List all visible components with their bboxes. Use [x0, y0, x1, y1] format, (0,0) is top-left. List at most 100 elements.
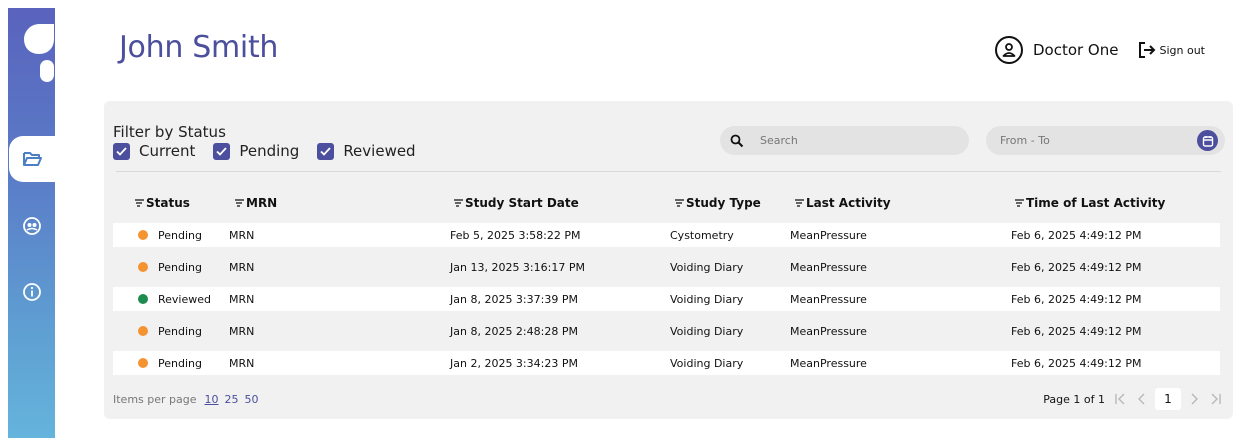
status-filters: Current Pending Reviewed — [113, 142, 434, 160]
status-cell: Pending — [158, 229, 202, 242]
page-size-25[interactable]: 25 — [225, 393, 239, 406]
first-page-button[interactable] — [1109, 389, 1131, 409]
sort-icon — [795, 199, 804, 207]
study-type-cell: Cystometry — [670, 229, 734, 242]
time-cell: Feb 6, 2025 4:49:12 PM — [1011, 293, 1142, 306]
current-page[interactable]: 1 — [1155, 388, 1181, 410]
sort-icon — [235, 199, 244, 207]
prev-page-button[interactable] — [1131, 389, 1153, 409]
sidebar — [8, 8, 55, 438]
column-header-label: Study Type — [686, 196, 761, 210]
last-activity-cell: MeanPressure — [790, 293, 867, 306]
calendar-button[interactable] — [1197, 130, 1218, 151]
calendar-icon — [1202, 135, 1213, 147]
sort-icon — [1015, 199, 1024, 207]
checkbox-checked-icon — [213, 142, 231, 160]
column-header-label: Last Activity — [806, 196, 891, 210]
status-dot — [138, 326, 148, 336]
column-header-study-start-date[interactable]: Study Start Date — [454, 196, 579, 210]
mrn-cell: MRN — [229, 229, 255, 242]
first-page-icon — [1115, 393, 1125, 405]
time-cell: Feb 6, 2025 4:49:12 PM — [1011, 357, 1142, 370]
start-date-cell: Feb 5, 2025 3:58:22 PM — [450, 229, 581, 242]
table-row[interactable]: Pending MRN Feb 5, 2025 3:58:22 PM Cysto… — [113, 223, 1220, 247]
items-per-page-label: Items per page — [113, 393, 197, 406]
page-title: John Smith — [119, 30, 279, 65]
study-type-cell: Voiding Diary — [670, 357, 744, 370]
start-date-cell: Jan 8, 2025 2:48:28 PM — [450, 325, 578, 338]
next-page-button[interactable] — [1183, 389, 1205, 409]
mrn-cell: MRN — [229, 357, 255, 370]
page-info: Page 1 of 1 — [1043, 392, 1105, 406]
time-cell: Feb 6, 2025 4:49:12 PM — [1011, 261, 1142, 274]
last-page-icon — [1211, 393, 1221, 405]
mrn-cell: MRN — [229, 293, 255, 306]
people-icon — [22, 217, 41, 235]
table-row[interactable]: Pending MRN Jan 8, 2025 2:48:28 PM Voidi… — [113, 319, 1220, 343]
status-dot — [138, 294, 148, 304]
nav-item-info[interactable] — [8, 277, 55, 307]
filter-reviewed-checkbox[interactable]: Reviewed — [317, 142, 416, 160]
filter-pending-checkbox[interactable]: Pending — [213, 142, 299, 160]
last-page-button[interactable] — [1205, 389, 1227, 409]
user-name: Doctor One — [1032, 41, 1119, 59]
column-header-mrn[interactable]: MRN — [235, 196, 277, 210]
column-header-label: MRN — [246, 196, 278, 210]
table-row[interactable]: Pending MRN Jan 2, 2025 3:34:23 PM Voidi… — [113, 351, 1220, 375]
column-header-time-of-last-activity[interactable]: Time of Last Activity — [1015, 196, 1165, 210]
status-dot — [138, 358, 148, 368]
column-header-label: Status — [146, 196, 190, 210]
sort-icon — [675, 199, 684, 207]
items-per-page: Items per page 10 25 50 — [113, 393, 259, 406]
studies-card: Filter by Status Current Pending Reviewe… — [104, 101, 1233, 419]
info-icon — [22, 283, 41, 301]
filter-label: Filter by Status — [113, 123, 226, 141]
column-header-last-activity[interactable]: Last Activity — [795, 196, 891, 210]
status-cell: Pending — [158, 261, 202, 274]
last-activity-cell: MeanPressure — [790, 357, 867, 370]
sign-out-icon — [1139, 42, 1156, 58]
mrn-cell: MRN — [229, 261, 255, 274]
divider — [116, 171, 1221, 172]
sort-icon — [454, 199, 463, 207]
status-cell: Pending — [158, 357, 202, 370]
search-input[interactable] — [758, 133, 942, 148]
chevron-right-icon — [1191, 393, 1198, 405]
sign-out-button[interactable]: Sign out — [1138, 41, 1205, 59]
date-range-input[interactable] — [998, 133, 1182, 148]
sort-icon — [135, 199, 144, 207]
status-dot — [138, 230, 148, 240]
column-header-study-type[interactable]: Study Type — [675, 196, 761, 210]
search-icon — [730, 134, 744, 147]
nav-item-patients[interactable] — [8, 211, 55, 241]
status-dot — [138, 262, 148, 272]
page-size-50[interactable]: 50 — [245, 393, 259, 406]
nav-item-studies[interactable] — [9, 136, 55, 182]
sign-out-label: Sign out — [1159, 43, 1205, 57]
status-cell: Reviewed — [158, 293, 211, 306]
checkbox-checked-icon — [113, 142, 130, 160]
last-activity-cell: MeanPressure — [790, 325, 867, 338]
app-logo — [24, 24, 54, 82]
chevron-left-icon — [1138, 393, 1145, 405]
start-date-cell: Jan 13, 2025 3:16:17 PM — [450, 261, 585, 274]
study-type-cell: Voiding Diary — [670, 261, 744, 274]
user-icon[interactable] — [994, 36, 1023, 64]
filter-reviewed-label: Reviewed — [343, 142, 416, 160]
column-header-label: Time of Last Activity — [1026, 196, 1166, 210]
column-header-status[interactable]: Status — [135, 196, 190, 210]
study-type-cell: Voiding Diary — [670, 293, 744, 306]
status-cell: Pending — [158, 325, 202, 338]
column-header-label: Study Start Date — [465, 196, 579, 210]
table-row[interactable]: Pending MRN Jan 13, 2025 3:16:17 PM Void… — [113, 255, 1220, 279]
user-area: Doctor One Sign out — [994, 36, 1205, 64]
date-range-picker — [986, 126, 1225, 155]
start-date-cell: Jan 8, 2025 3:37:39 PM — [450, 293, 578, 306]
table-row[interactable]: Reviewed MRN Jan 8, 2025 3:37:39 PM Void… — [113, 287, 1220, 311]
last-activity-cell: MeanPressure — [790, 229, 867, 242]
last-activity-cell: MeanPressure — [790, 261, 867, 274]
filter-current-checkbox[interactable]: Current — [113, 142, 195, 160]
start-date-cell: Jan 2, 2025 3:34:23 PM — [450, 357, 578, 370]
time-cell: Feb 6, 2025 4:49:12 PM — [1011, 325, 1142, 338]
page-size-10[interactable]: 10 — [205, 393, 219, 406]
